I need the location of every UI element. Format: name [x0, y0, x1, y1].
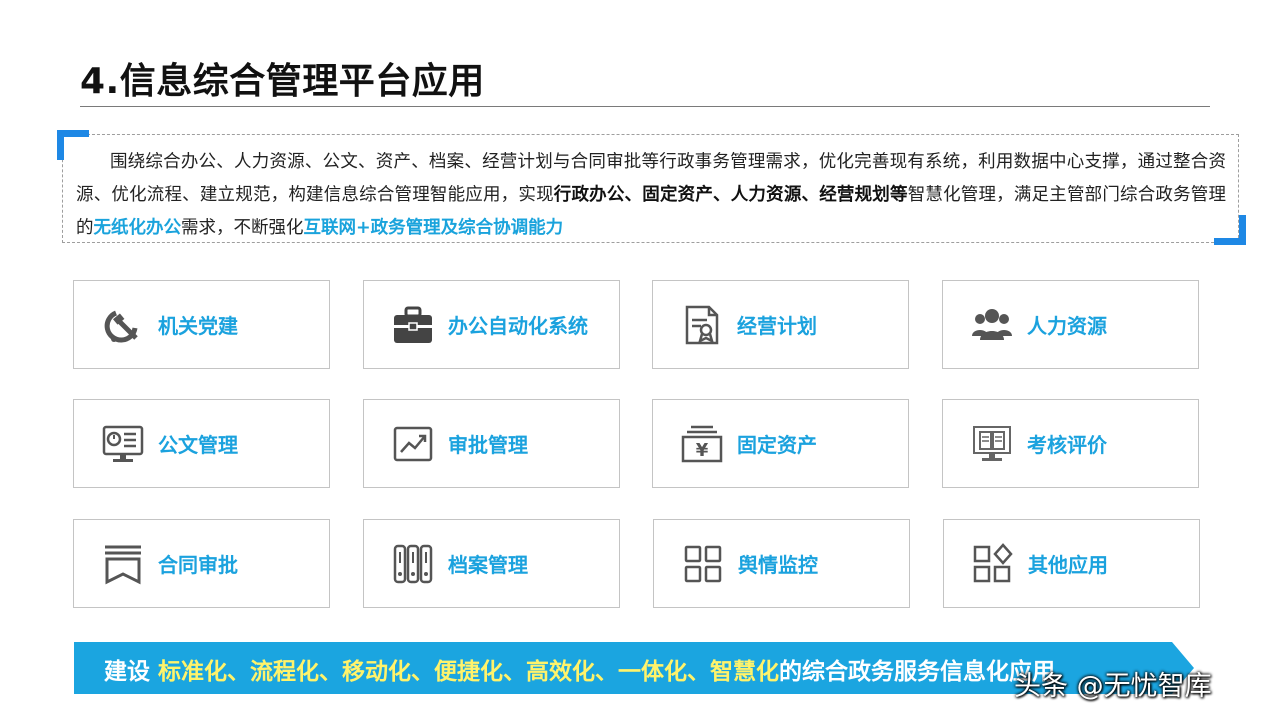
- watermark: 头条 @无忧智库: [1014, 671, 1212, 702]
- module-tile-fixed-assets[interactable]: ¥ 固定资产: [652, 399, 909, 488]
- intro-bold-1: 行政办公、固定资产、人力资源、经营规划等: [553, 185, 908, 205]
- banner-lead: 建设: [104, 659, 159, 685]
- module-tile-document-management[interactable]: 公文管理: [73, 399, 330, 488]
- module-tile-office-automation[interactable]: 办公自动化系统: [363, 280, 620, 369]
- people-group-icon: [969, 302, 1015, 348]
- briefcase-icon: [390, 302, 436, 348]
- module-tile-party-building[interactable]: 机关党建: [73, 280, 330, 369]
- hammer-sickle-icon: [100, 302, 146, 348]
- intro-highlight-2: 互联网+政务管理及综合协调能力: [303, 218, 564, 238]
- module-label: 考核评价: [1027, 433, 1107, 457]
- module-tile-business-plan[interactable]: 经营计划: [652, 280, 909, 369]
- module-tile-other-apps[interactable]: 其他应用: [943, 519, 1200, 608]
- trend-chart-icon: [390, 421, 436, 467]
- book-screen-icon: [969, 421, 1015, 467]
- svg-text:¥: ¥: [696, 440, 709, 461]
- page-title: 4.信息综合管理平台应用: [80, 61, 485, 102]
- module-label: 公文管理: [158, 433, 238, 457]
- module-label: 舆情监控: [738, 553, 818, 577]
- intro-text-3: 需求，不断强化: [181, 218, 304, 238]
- yen-asset-icon: ¥: [679, 421, 725, 467]
- module-label: 合同审批: [158, 553, 238, 577]
- module-label: 固定资产: [737, 433, 817, 457]
- shapes-apps-icon: [970, 541, 1016, 587]
- monitor-document-icon: [100, 421, 146, 467]
- module-label: 办公自动化系统: [448, 314, 588, 338]
- intro-paragraph: 围绕综合办公、人力资源、公文、资产、档案、经营计划与合同审批等行政事务管理需求，…: [76, 146, 1226, 245]
- module-label: 经营计划: [737, 314, 817, 338]
- certificate-document-icon: [679, 302, 725, 348]
- archive-binders-icon: [390, 541, 436, 587]
- module-tile-approval-management[interactable]: 审批管理: [363, 399, 620, 488]
- banner-text: 建设 标准化、流程化、移动化、便捷化、高效化、一体化、智慧化的综合政务服务信息化…: [104, 652, 1055, 686]
- module-label: 审批管理: [448, 433, 528, 457]
- module-tile-public-opinion[interactable]: 舆情监控: [653, 519, 910, 608]
- bookmark-icon: [100, 541, 146, 587]
- module-tile-human-resources[interactable]: 人力资源: [942, 280, 1199, 369]
- module-label: 人力资源: [1027, 314, 1107, 338]
- module-label: 机关党建: [158, 314, 238, 338]
- module-tile-archive-management[interactable]: 档案管理: [363, 519, 620, 608]
- module-tile-assessment[interactable]: 考核评价: [942, 399, 1199, 488]
- banner-keywords: 标准化、流程化、移动化、便捷化、高效化、一体化、智慧化: [158, 659, 780, 685]
- grid-squares-icon: [680, 541, 726, 587]
- module-tile-contract-approval[interactable]: 合同审批: [73, 519, 330, 608]
- intro-highlight-1: 无纸化办公: [93, 218, 182, 238]
- module-label: 档案管理: [448, 553, 528, 577]
- module-label: 其他应用: [1028, 553, 1108, 577]
- title-divider: [80, 106, 1210, 107]
